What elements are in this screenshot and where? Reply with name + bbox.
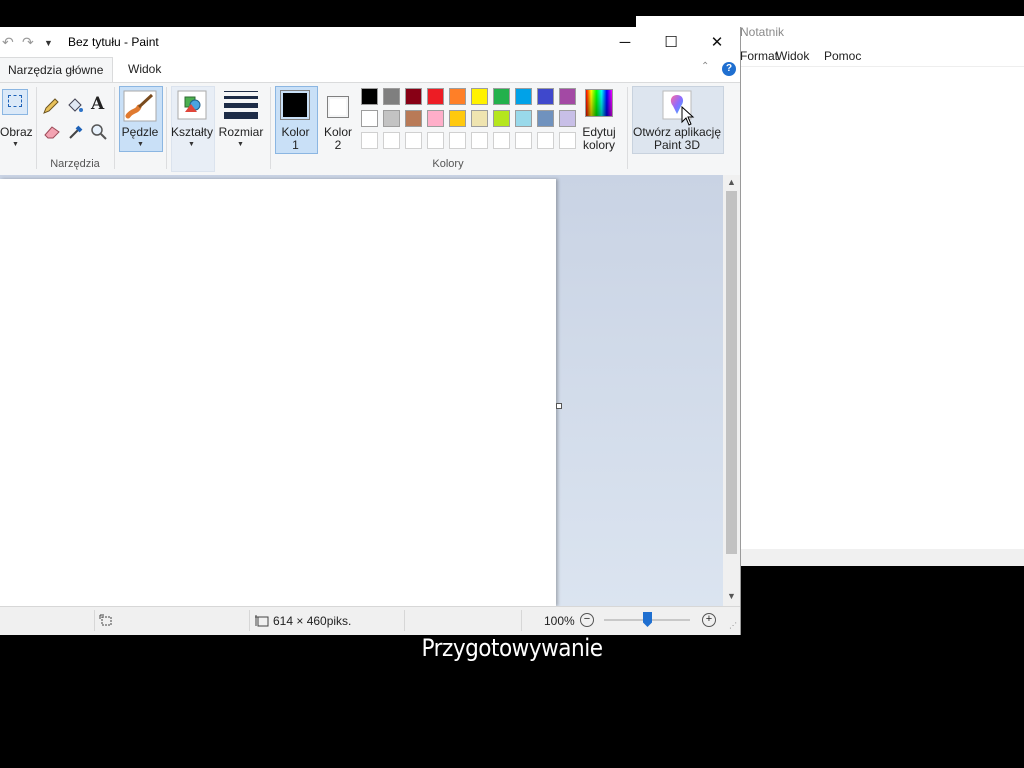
palette-swatch-empty[interactable] xyxy=(427,132,444,149)
canvas-dimensions: 614 × 460piks. xyxy=(273,614,352,628)
notepad-menu-divider xyxy=(740,66,1024,67)
paint-window: ↶ ↷ ▼ Bez tytułu - Paint ─ ☐ ✕ Narzędzia… xyxy=(0,27,741,635)
palette-swatch[interactable] xyxy=(515,110,532,127)
color-picker-icon[interactable] xyxy=(67,123,85,141)
size-icon[interactable] xyxy=(224,91,258,119)
color2-label: Kolor 2 xyxy=(323,125,352,152)
minimize-button[interactable]: ─ xyxy=(602,27,648,57)
notepad-menu-view[interactable]: Widok xyxy=(776,49,809,63)
shapes-label: Kształty xyxy=(171,125,214,139)
shapes-dropdown-icon[interactable]: ▼ xyxy=(188,141,195,148)
palette-swatch[interactable] xyxy=(427,88,444,105)
drawing-canvas[interactable] xyxy=(0,179,556,606)
palette-swatch[interactable] xyxy=(383,110,400,127)
preparing-caption: Przygotowywanie xyxy=(421,634,603,662)
collapse-ribbon-icon[interactable]: ⌃ xyxy=(701,61,709,72)
zoom-out-icon[interactable]: − xyxy=(580,613,594,627)
canvas-workspace xyxy=(0,175,723,606)
ribbon: Obraz ▼ A Narzędzia Pędzle ▼ Kształty ▼ … xyxy=(0,82,740,176)
palette-swatch[interactable] xyxy=(405,110,422,127)
select-button[interactable] xyxy=(2,89,28,115)
tab-view[interactable]: Widok xyxy=(120,57,169,81)
zoom-slider-thumb[interactable] xyxy=(643,612,652,627)
select-icon xyxy=(8,95,22,107)
palette-swatch[interactable] xyxy=(493,88,510,105)
zoom-level: 100% xyxy=(544,614,575,628)
vertical-scrollbar[interactable]: ▲ ▼ xyxy=(723,175,740,606)
palette-swatch[interactable] xyxy=(449,88,466,105)
ribbon-tabs: Narzędzia główne Widok ⌃ ? xyxy=(0,57,740,82)
text-icon[interactable]: A xyxy=(91,94,104,114)
window-title: Bez tytułu - Paint xyxy=(68,35,159,49)
color1-label: Kolor 1 xyxy=(281,125,310,152)
scroll-down-icon[interactable]: ▼ xyxy=(723,591,740,601)
selection-size-icon xyxy=(99,614,112,626)
tab-home[interactable]: Narzędzia główne xyxy=(0,57,113,82)
redo-icon[interactable]: ↷ xyxy=(22,34,34,51)
palette-swatch[interactable] xyxy=(559,88,576,105)
notepad-menu-help[interactable]: Pomoc xyxy=(824,49,861,63)
image-dropdown-icon[interactable]: ▼ xyxy=(12,141,19,148)
notepad-menu-format[interactable]: Format xyxy=(740,49,778,63)
palette-swatch[interactable] xyxy=(361,88,378,105)
palette-swatch[interactable] xyxy=(383,88,400,105)
color2-swatch[interactable] xyxy=(327,96,349,118)
palette-swatch-empty[interactable] xyxy=(383,132,400,149)
palette-swatch[interactable] xyxy=(361,110,378,127)
color1-swatch xyxy=(280,90,310,120)
close-button[interactable]: ✕ xyxy=(694,27,740,57)
palette-swatch[interactable] xyxy=(559,110,576,127)
palette-swatch[interactable] xyxy=(515,88,532,105)
palette-swatch[interactable] xyxy=(537,88,554,105)
scroll-thumb[interactable] xyxy=(726,191,737,554)
title-bar: ↶ ↷ ▼ Bez tytułu - Paint ─ ☐ ✕ xyxy=(0,27,740,57)
palette-swatch-empty[interactable] xyxy=(405,132,422,149)
notepad-title: Notatnik xyxy=(740,25,785,39)
rainbow-icon xyxy=(586,90,612,116)
palette-swatch-empty[interactable] xyxy=(361,132,378,149)
help-icon[interactable]: ? xyxy=(722,62,736,76)
pencil-icon[interactable] xyxy=(42,97,60,115)
brush-icon xyxy=(123,90,157,122)
status-bar: 614 × 460piks. 100% − + ⋰ xyxy=(0,606,740,635)
mouse-cursor-icon xyxy=(681,106,695,126)
tools-group-label: Narzędzia xyxy=(50,158,100,170)
size-dropdown-icon[interactable]: ▼ xyxy=(237,141,244,148)
palette-swatch[interactable] xyxy=(471,88,488,105)
palette-swatch[interactable] xyxy=(427,110,444,127)
resize-grip-icon[interactable]: ⋰ xyxy=(729,621,737,630)
fill-icon[interactable] xyxy=(66,96,84,114)
palette-swatch[interactable] xyxy=(405,88,422,105)
undo-icon[interactable]: ↶ xyxy=(2,34,14,51)
notepad-horizontal-scrollbar[interactable] xyxy=(740,549,1024,566)
palette-swatch-empty[interactable] xyxy=(559,132,576,149)
edit-colors-button[interactable] xyxy=(585,89,613,117)
eraser-icon[interactable] xyxy=(43,124,61,140)
image-label: Obraz xyxy=(0,125,33,139)
palette-swatch-empty[interactable] xyxy=(449,132,466,149)
palette-swatch[interactable] xyxy=(493,110,510,127)
paint3d-label: Otwórz aplikację Paint 3D xyxy=(632,125,722,152)
palette-swatch-empty[interactable] xyxy=(471,132,488,149)
brushes-dropdown-icon[interactable]: ▼ xyxy=(137,141,144,148)
canvas-resize-handle[interactable] xyxy=(556,403,562,409)
edit-colors-label: Edytuj kolory xyxy=(582,125,616,152)
scroll-up-icon[interactable]: ▲ xyxy=(723,177,740,187)
zoom-in-icon[interactable]: + xyxy=(702,613,716,627)
palette-swatch-empty[interactable] xyxy=(537,132,554,149)
palette-swatch-empty[interactable] xyxy=(515,132,532,149)
shapes-icon xyxy=(177,90,207,120)
maximize-button[interactable]: ☐ xyxy=(648,27,694,57)
quick-access-dropdown-icon[interactable]: ▼ xyxy=(44,38,53,48)
size-label: Rozmiar xyxy=(218,125,264,139)
magnifier-icon[interactable] xyxy=(90,123,108,141)
palette-swatch-empty[interactable] xyxy=(493,132,510,149)
canvas-size-icon xyxy=(255,615,269,627)
colors-group-label: Kolory xyxy=(432,158,464,170)
brushes-label: Pędzle xyxy=(121,125,159,139)
palette-swatch[interactable] xyxy=(471,110,488,127)
palette-swatch[interactable] xyxy=(537,110,554,127)
palette-swatch[interactable] xyxy=(449,110,466,127)
